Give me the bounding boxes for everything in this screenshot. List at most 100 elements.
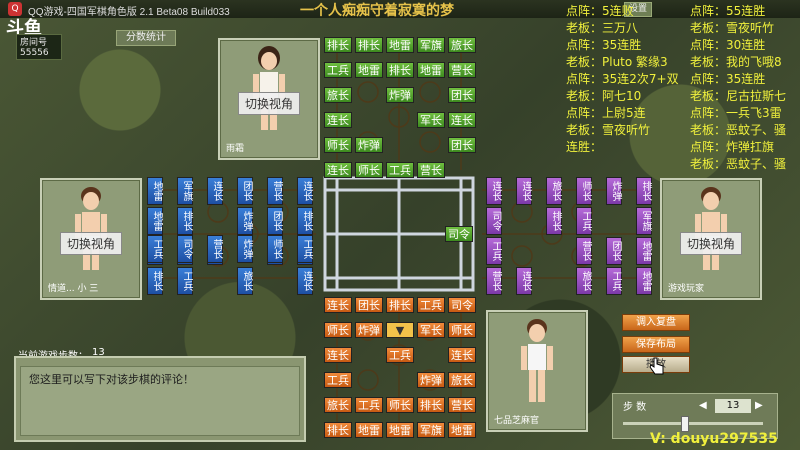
overlay-line: 点阵：35连2次7+双 (566, 72, 679, 86)
piece-blue[interactable]: 地雷 (147, 207, 163, 235)
piece-orange[interactable]: 炸弹 (355, 322, 383, 338)
piece-green[interactable]: 地雷 (417, 62, 445, 78)
piece-orange[interactable]: 军旗 (417, 422, 445, 438)
piece-blue[interactable]: 连长 (297, 177, 313, 205)
piece-green[interactable]: 旅长 (324, 87, 352, 103)
piece-orange[interactable]: 旅长 (448, 372, 476, 388)
piece-purple[interactable]: 师长 (576, 177, 592, 205)
piece-purple[interactable]: 团长 (606, 237, 622, 265)
piece-green[interactable]: 工兵 (324, 62, 352, 78)
piece-green[interactable]: 军旗 (417, 37, 445, 53)
piece-orange[interactable]: 旅长 (324, 397, 352, 413)
piece-orange[interactable]: 排长 (417, 397, 445, 413)
piece-blue[interactable]: 工兵 (147, 235, 163, 263)
piece-orange[interactable]: 排长 (324, 422, 352, 438)
piece-purple[interactable]: 营长 (486, 267, 502, 295)
piece-orange[interactable]: 工兵 (386, 347, 414, 363)
piece-purple[interactable]: 连长 (516, 177, 532, 205)
piece-orange[interactable]: 师长 (448, 322, 476, 338)
piece-orange[interactable]: 工兵 (355, 397, 383, 413)
piece-blue[interactable]: 工兵 (297, 235, 313, 263)
piece-green[interactable]: 营长 (448, 62, 476, 78)
piece-purple[interactable]: 排长 (636, 177, 652, 205)
piece-orange[interactable]: 师长 (324, 322, 352, 338)
piece-green[interactable]: 地雷 (386, 37, 414, 53)
piece-purple[interactable]: 工兵 (486, 237, 502, 265)
comment-input[interactable]: 您这里可以写下对该步棋的评论！ (20, 366, 300, 436)
piece-purple[interactable]: 地雷 (636, 267, 652, 295)
piece-blue[interactable]: 团长 (267, 207, 283, 235)
piece-purple[interactable]: 营长 (576, 237, 592, 265)
overlay-line: 点阵：一兵飞3雷 (690, 106, 782, 120)
piece-purple[interactable]: 旅长 (546, 177, 562, 205)
piece-orange[interactable]: 师长 (386, 397, 414, 413)
load-replay-button[interactable]: 调入复盘 (622, 314, 690, 331)
piece-orange[interactable]: 连长 (324, 347, 352, 363)
piece-orange[interactable]: 连长 (324, 297, 352, 313)
piece-purple[interactable]: 工兵 (606, 267, 622, 295)
piece-orange[interactable]: 炸弹 (417, 372, 445, 388)
piece-green[interactable]: 师长 (324, 137, 352, 153)
piece-green[interactable]: 炸弹 (386, 87, 414, 103)
piece-blue[interactable]: 排长 (297, 207, 313, 235)
piece-purple[interactable]: 工兵 (576, 207, 592, 235)
piece-green[interactable]: 营长 (417, 162, 445, 178)
piece-green[interactable]: 炸弹 (355, 137, 383, 153)
piece-purple[interactable]: 军旗 (636, 207, 652, 235)
piece-green[interactable]: 排长 (324, 37, 352, 53)
piece-green-center[interactable]: 司令 (445, 226, 473, 242)
piece-green[interactable]: 地雷 (355, 62, 383, 78)
piece-orange[interactable]: 地雷 (386, 422, 414, 438)
piece-orange[interactable]: 地雷 (355, 422, 383, 438)
piece-blue[interactable]: 工兵 (177, 267, 193, 295)
piece-blue[interactable]: 师长 (267, 235, 283, 263)
piece-blue[interactable]: 旅长 (237, 267, 253, 295)
piece-blue[interactable]: 营长 (267, 177, 283, 205)
piece-blue[interactable]: 排长 (147, 267, 163, 295)
piece-orange[interactable]: 工兵 (324, 372, 352, 388)
piece-green[interactable]: 排长 (386, 62, 414, 78)
piece-green[interactable]: 师长 (355, 162, 383, 178)
piece-purple[interactable]: 排长 (546, 207, 562, 235)
piece-purple[interactable]: 炸弹 (606, 177, 622, 205)
piece-orange[interactable]: 排长 (386, 297, 414, 313)
piece-orange[interactable]: ▼ (386, 322, 414, 338)
piece-orange[interactable]: 连长 (448, 347, 476, 363)
step-prev-button[interactable]: ◀ (699, 400, 707, 411)
piece-blue[interactable]: 团长 (237, 177, 253, 205)
piece-purple[interactable]: 旅长 (576, 267, 592, 295)
save-layout-button[interactable]: 保存布局 (622, 336, 690, 353)
piece-blue[interactable]: 炸弹 (237, 207, 253, 235)
piece-orange[interactable]: 团长 (355, 297, 383, 313)
piece-orange[interactable]: 司令 (448, 297, 476, 313)
piece-green[interactable]: 工兵 (386, 162, 414, 178)
step-value[interactable]: 13 (715, 399, 751, 413)
piece-green[interactable]: 连长 (448, 112, 476, 128)
piece-green[interactable]: 连长 (324, 112, 352, 128)
piece-blue[interactable]: 营长 (207, 235, 223, 263)
piece-green[interactable]: 连长 (324, 162, 352, 178)
piece-orange[interactable]: 地雷 (448, 422, 476, 438)
piece-purple[interactable]: 连长 (516, 267, 532, 295)
piece-green[interactable]: 军长 (417, 112, 445, 128)
piece-blue[interactable]: 炸弹 (237, 235, 253, 263)
piece-blue[interactable]: 连长 (207, 177, 223, 205)
step-next-button[interactable]: ▶ (755, 400, 763, 411)
piece-green[interactable]: 团长 (448, 137, 476, 153)
piece-orange[interactable]: 营长 (448, 397, 476, 413)
piece-blue[interactable]: 地雷 (147, 177, 163, 205)
piece-green[interactable]: 旅长 (448, 37, 476, 53)
piece-purple[interactable]: 地雷 (636, 237, 652, 265)
piece-orange[interactable]: 工兵 (417, 297, 445, 313)
step-slider-thumb[interactable] (681, 416, 689, 432)
piece-orange[interactable]: 军长 (417, 322, 445, 338)
piece-blue[interactable]: 军旗 (177, 177, 193, 205)
piece-blue[interactable]: 排长 (177, 207, 193, 235)
piece-blue[interactable]: 连长 (297, 267, 313, 295)
piece-purple[interactable]: 司令 (486, 207, 502, 235)
piece-blue[interactable]: 司令 (177, 235, 193, 263)
step-slider-track[interactable] (623, 422, 763, 425)
piece-green[interactable]: 团长 (448, 87, 476, 103)
piece-purple[interactable]: 连长 (486, 177, 502, 205)
piece-green[interactable]: 排长 (355, 37, 383, 53)
